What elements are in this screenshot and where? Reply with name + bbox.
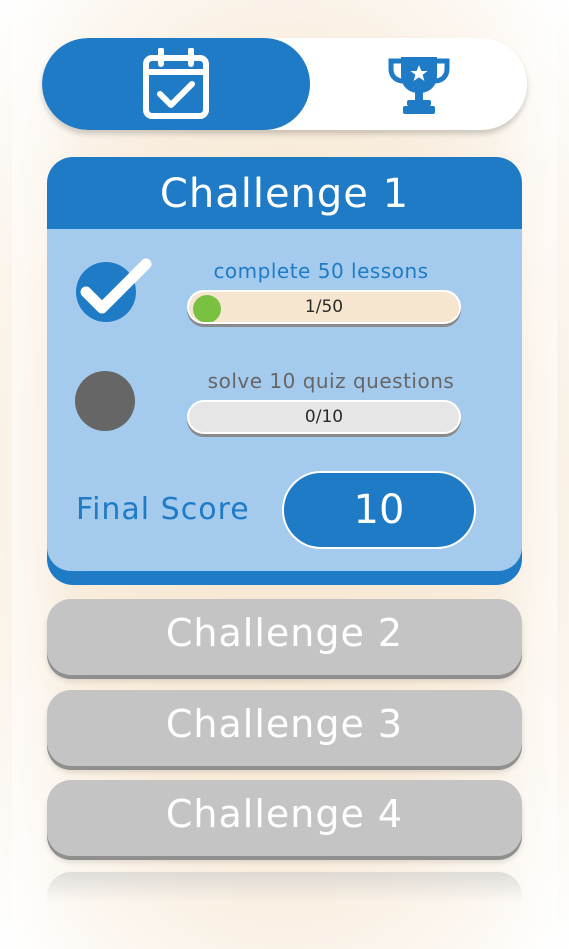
calendar-check-icon <box>143 48 209 119</box>
final-score-label: Final Score <box>76 492 250 527</box>
challenge-title: Challenge 1 <box>159 171 410 217</box>
progress-bar: 0/10 <box>187 400 461 434</box>
challenge-title: Challenge 4 <box>165 792 404 836</box>
tab-challenges[interactable] <box>42 38 310 130</box>
progress-bar: 1/50 <box>187 290 461 324</box>
tab-trophies[interactable] <box>310 38 527 130</box>
challenge-card-3[interactable]: Challenge 3 <box>47 690 522 766</box>
final-score-value: 10 <box>282 471 476 549</box>
challenge-card-2[interactable]: Challenge 2 <box>47 599 522 675</box>
checkmark-icon <box>76 258 152 322</box>
challenge-card-faded <box>47 872 522 902</box>
challenge-title: Challenge 2 <box>165 611 404 655</box>
task-label: complete 50 lessons <box>213 259 429 283</box>
trophy-icon <box>388 57 449 114</box>
pending-status-icon <box>75 371 135 431</box>
progress-text: 1/50 <box>304 297 344 317</box>
challenge-title: Challenge 3 <box>165 702 404 746</box>
task-label: solve 10 quiz questions <box>207 369 455 393</box>
challenge-card-4[interactable]: Challenge 4 <box>47 780 522 856</box>
progress-text: 0/10 <box>304 407 344 427</box>
view-toggle <box>42 38 527 130</box>
